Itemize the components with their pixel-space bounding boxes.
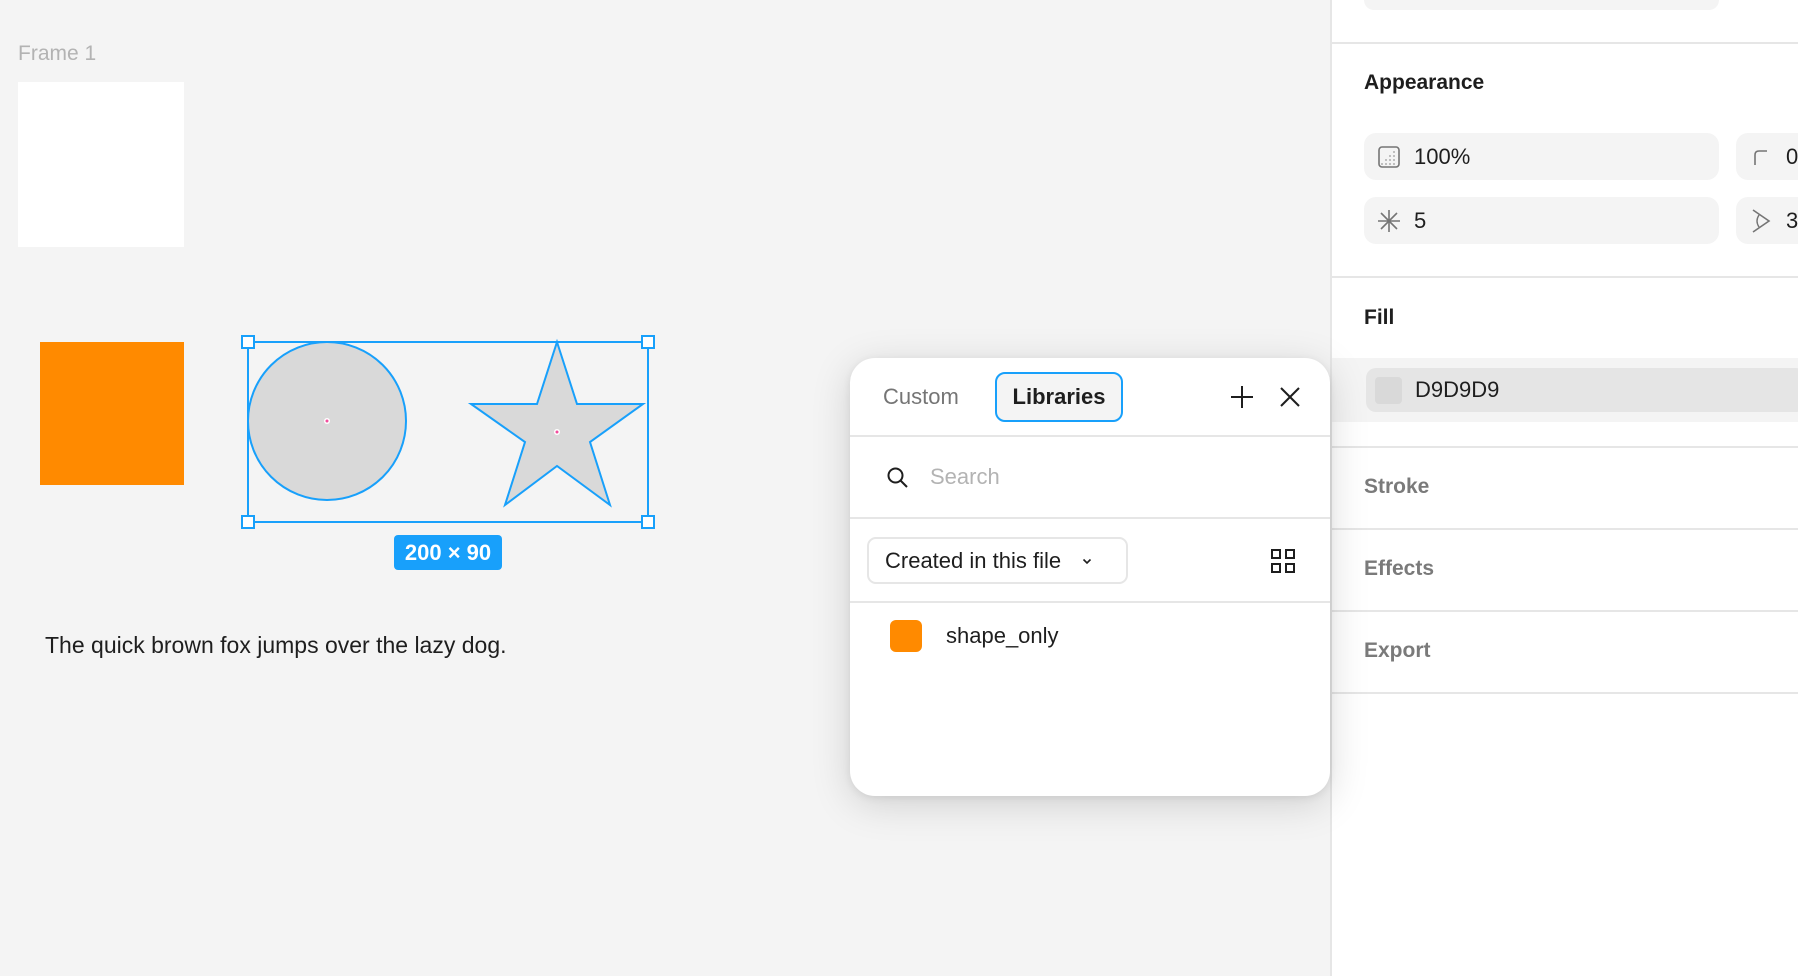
top-field[interactable] [1364,0,1719,10]
star-points-value: 5 [1414,207,1427,233]
corner-radius-value: 0 [1786,143,1798,169]
corner-radius-icon [1748,144,1774,170]
tab-custom[interactable]: Custom [883,384,959,410]
divider [1332,528,1798,530]
opacity-value: 100% [1414,143,1471,169]
library-filter-dropdown[interactable]: Created in this file [867,537,1128,584]
search-input[interactable] [930,457,1290,497]
tab-libraries[interactable]: Libraries [995,372,1123,422]
fill-title: Fill [1364,306,1395,329]
resize-handle-top-right[interactable] [641,335,655,349]
style-name: shape_only [946,623,1059,648]
divider [1332,692,1798,694]
grid-view-icon[interactable] [1268,546,1298,576]
fill-color-swatch[interactable] [1375,376,1402,404]
plus-icon [1231,386,1253,408]
search-row [850,437,1330,519]
close-button[interactable] [1274,381,1306,413]
resize-handle-bottom-right[interactable] [641,515,655,529]
filter-row: Created in this file [850,519,1330,603]
library-style-item[interactable]: shape_only [850,608,1330,664]
divider [1332,42,1798,44]
star-ratio-value: 3 [1786,207,1798,233]
star-points-icon [1376,208,1402,234]
star-points-field[interactable]: 5 [1364,197,1719,244]
opacity-field[interactable]: 100% [1364,133,1719,180]
fill-color-field[interactable]: D9D9D9 [1366,368,1798,412]
resize-handle-bottom-left[interactable] [241,515,255,529]
search-icon [887,467,908,488]
divider [1332,446,1798,448]
add-button[interactable] [1226,381,1258,413]
chevron-down-icon [1083,558,1092,564]
star-center-dot-inner [555,430,559,434]
corner-radius-field[interactable]: 0 [1736,133,1798,180]
divider [1332,610,1798,612]
appearance-title: Appearance [1364,71,1485,94]
opacity-icon [1376,144,1402,170]
color-picker-libraries-popup: Custom Libraries Created in this file sh… [850,358,1330,796]
star-shape[interactable] [467,338,647,508]
fill-hex-value[interactable]: D9D9D9 [1415,377,1499,403]
divider [1332,276,1798,278]
export-title[interactable]: Export [1364,639,1431,663]
popup-header: Custom Libraries [850,358,1330,437]
effects-title[interactable]: Effects [1364,557,1434,581]
ellipse-center-dot-inner [325,419,329,423]
style-color-swatch [890,620,922,652]
text-layer[interactable]: The quick brown fox jumps over the lazy … [45,632,507,659]
library-filter-value: Created in this file [885,547,1062,573]
close-icon [1280,387,1300,407]
stroke-title[interactable]: Stroke [1364,475,1429,499]
properties-panel: Appearance 100% 0 5 3 Fill D9D9D9 Stroke… [1330,0,1798,976]
star-ratio-icon [1748,208,1774,234]
star-ratio-field[interactable]: 3 [1736,197,1798,244]
resize-handle-top-left[interactable] [241,335,255,349]
selection-size-badge: 200 × 90 [394,535,502,570]
